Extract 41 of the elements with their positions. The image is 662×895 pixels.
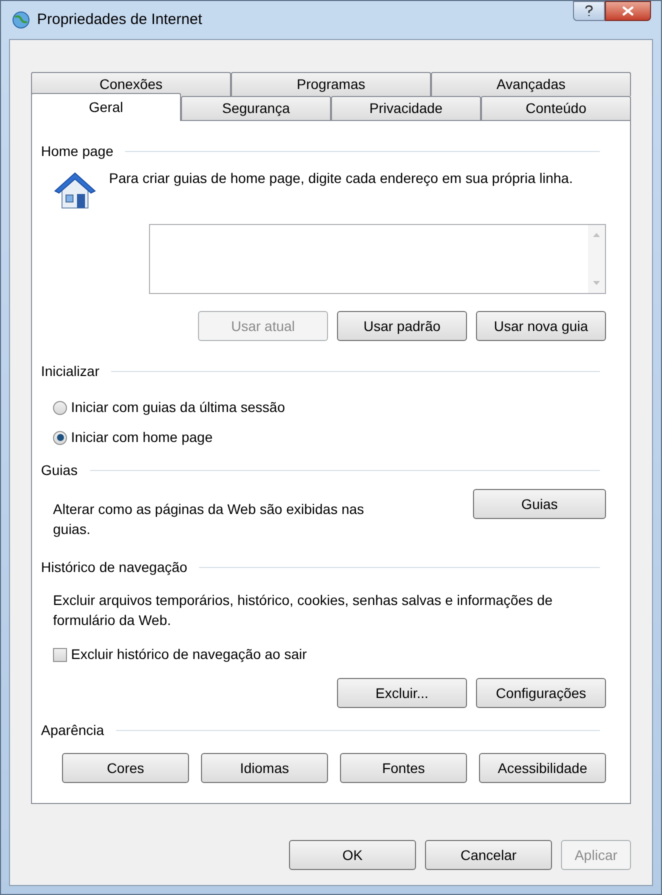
group-heading: Inicializar	[41, 362, 100, 381]
appearance-button[interactable]: Acessibilidade	[479, 753, 606, 783]
tab[interactable]: Conexões	[31, 72, 231, 96]
description: Excluir arquivos temporários, histórico, cookies, senhas salvas e informações de formulário da Web.	[53, 591, 554, 630]
dialog-button[interactable]: Cancelar	[425, 840, 552, 870]
tab[interactable]: Avançadas	[431, 72, 631, 96]
radio-button[interactable]	[53, 430, 67, 444]
address-field[interactable]	[149, 224, 606, 294]
radio-label: Iniciar com home page	[71, 428, 213, 447]
appearance-button[interactable]: Cores	[62, 753, 189, 783]
appearance-button[interactable]: Fontes	[340, 753, 467, 783]
close-icon	[622, 6, 634, 16]
down-arrow-icon	[593, 281, 600, 285]
globe-icon	[11, 10, 31, 30]
tabs-button[interactable]: Guias	[473, 489, 606, 519]
window-title: Propriedades de Internet	[37, 10, 202, 30]
close-button[interactable]	[605, 1, 651, 21]
home-page-button[interactable]: Usar padrão	[337, 311, 467, 341]
help-icon	[584, 5, 594, 17]
home-page-button[interactable]: Usar nova guia	[476, 311, 606, 341]
dialog-button[interactable]: OK	[289, 840, 416, 870]
radio-button[interactable]	[53, 400, 67, 414]
group-heading: Home page	[41, 142, 114, 161]
description: Para criar guias de home page, digite cada endereço em sua própria linha.	[109, 169, 574, 188]
tab[interactable]: Programas	[231, 72, 431, 96]
group-heading: Aparência	[41, 721, 104, 740]
tab[interactable]: Segurança	[181, 96, 331, 120]
group-heading: Guias	[41, 461, 78, 480]
up-arrow-icon	[593, 233, 600, 237]
tab[interactable]: Geral	[31, 93, 181, 121]
help-button[interactable]	[573, 1, 605, 21]
radio-label: Iniciar com guias da última sessão	[71, 398, 285, 417]
appearance-button[interactable]: Idiomas	[201, 753, 328, 783]
group-heading: Histórico de navegação	[41, 558, 188, 577]
description: Alterar como as páginas da Web são exibidas nas guias.	[53, 500, 366, 539]
history-button[interactable]: Excluir...	[337, 678, 467, 708]
checkbox-label: Excluir histórico de navegação ao sair	[71, 645, 307, 664]
tab[interactable]: Conteúdo	[481, 96, 631, 120]
tab[interactable]: Privacidade	[331, 96, 481, 120]
history-button[interactable]: Configurações	[476, 678, 606, 708]
checkbox[interactable]	[53, 648, 67, 662]
